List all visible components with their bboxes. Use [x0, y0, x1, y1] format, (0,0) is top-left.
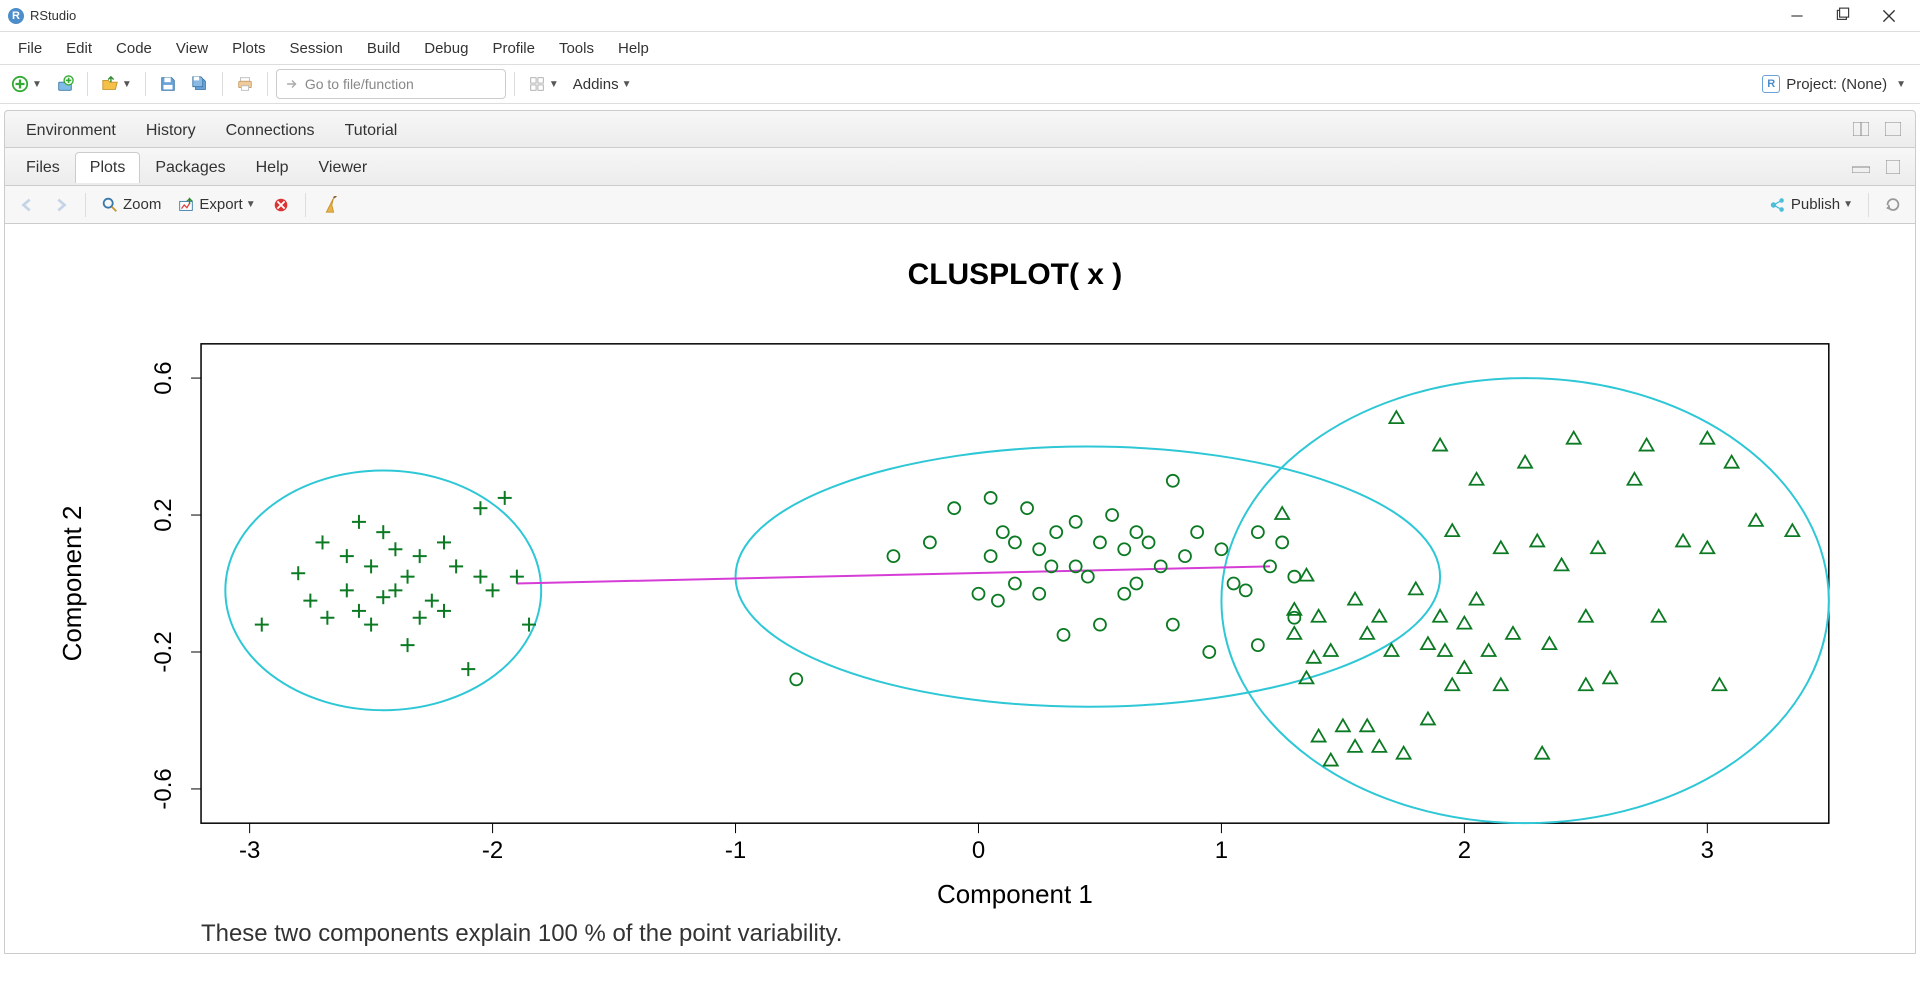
publish-label: Publish	[1791, 196, 1840, 213]
addins-label: Addins	[573, 76, 619, 93]
goto-placeholder: Go to file/function	[305, 76, 414, 92]
clear-plots-button[interactable]	[316, 191, 344, 219]
tab-tutorial[interactable]: Tutorial	[330, 115, 413, 146]
refresh-icon	[1884, 196, 1902, 214]
new-project-button[interactable]	[51, 70, 79, 98]
publish-button[interactable]: Publish ▼	[1764, 191, 1858, 219]
zoom-label: Zoom	[123, 196, 161, 213]
grid-view-button[interactable]: ▼	[523, 70, 564, 98]
export-button[interactable]: Export ▼	[172, 191, 260, 219]
export-icon	[177, 196, 195, 214]
plot-next-button[interactable]	[47, 191, 75, 219]
menu-help[interactable]: Help	[606, 36, 661, 61]
svg-text:3: 3	[1701, 837, 1714, 864]
menu-session[interactable]: Session	[278, 36, 355, 61]
tab-help[interactable]: Help	[241, 152, 304, 183]
svg-text:Component 2: Component 2	[57, 506, 87, 662]
pane-collapse-icon[interactable]	[1847, 153, 1875, 181]
pane-maximize-icon[interactable]	[1879, 153, 1907, 181]
svg-text:-0.6: -0.6	[150, 768, 177, 809]
chevron-down-icon: ▼	[122, 79, 132, 90]
svg-text:Component 1: Component 1	[937, 879, 1093, 909]
pane-minimize-icon[interactable]	[1879, 115, 1907, 143]
window-close-button[interactable]	[1866, 0, 1912, 32]
menu-file[interactable]: File	[6, 36, 54, 61]
project-icon: R	[1762, 75, 1780, 93]
project-selector[interactable]: R Project: (None) ▼	[1754, 75, 1914, 93]
svg-text:-3: -3	[239, 837, 260, 864]
remove-icon	[272, 196, 290, 214]
tab-plots[interactable]: Plots	[75, 152, 141, 183]
chevron-down-icon: ▼	[1896, 79, 1906, 90]
addins-button[interactable]: Addins ▼	[568, 70, 637, 98]
upper-pane-tabs: EnvironmentHistoryConnectionsTutorial	[4, 110, 1916, 148]
chevron-down-icon: ▼	[1843, 199, 1853, 210]
svg-text:2: 2	[1458, 837, 1471, 864]
export-label: Export	[199, 196, 242, 213]
menu-debug[interactable]: Debug	[412, 36, 480, 61]
app-title: RStudio	[30, 8, 76, 23]
plot-area: CLUSPLOT( x ) -3 -2 -1 0 1 2 3 -0.6 -0.2 0.2 0.6 Com…	[4, 224, 1916, 954]
menu-code[interactable]: Code	[104, 36, 164, 61]
publish-icon	[1769, 196, 1787, 214]
menu-view[interactable]: View	[164, 36, 220, 61]
menu-tools[interactable]: Tools	[547, 36, 606, 61]
tab-files[interactable]: Files	[11, 152, 75, 183]
broom-icon	[321, 196, 339, 214]
svg-text:0.2: 0.2	[150, 498, 177, 531]
window-maximize-button[interactable]	[1820, 0, 1866, 32]
goto-file-function-input[interactable]: Go to file/function	[276, 69, 506, 99]
svg-text:-0.2: -0.2	[150, 631, 177, 672]
main-toolbar: ▼ ▼ Go to file/function ▼ Addins ▼ R Pro…	[0, 64, 1920, 104]
tab-environment[interactable]: Environment	[11, 115, 131, 146]
svg-text:-2: -2	[482, 837, 503, 864]
plot-toolbar: Zoom Export ▼ Publish ▼	[4, 186, 1916, 224]
chevron-down-icon: ▼	[622, 79, 632, 90]
chevron-down-icon: ▼	[32, 79, 42, 90]
tab-packages[interactable]: Packages	[140, 152, 240, 183]
zoom-button[interactable]: Zoom	[96, 191, 166, 219]
tab-history[interactable]: History	[131, 115, 211, 146]
svg-text:0.6: 0.6	[150, 361, 177, 394]
save-all-button[interactable]	[186, 70, 214, 98]
new-file-button[interactable]: ▼	[6, 70, 47, 98]
print-button[interactable]	[231, 70, 259, 98]
open-file-button[interactable]: ▼	[96, 70, 137, 98]
svg-text:1: 1	[1215, 837, 1228, 864]
tab-viewer[interactable]: Viewer	[304, 152, 383, 183]
remove-plot-button[interactable]	[267, 191, 295, 219]
refresh-plot-button[interactable]	[1879, 191, 1907, 219]
lower-pane-tabs: FilesPlotsPackagesHelpViewer	[4, 148, 1916, 186]
goto-arrow-icon	[285, 77, 299, 91]
zoom-icon	[101, 196, 119, 214]
clusplot-chart: CLUSPLOT( x ) -3 -2 -1 0 1 2 3 -0.6 -0.2 0.2 0.6 Com…	[5, 224, 1915, 953]
chevron-down-icon: ▼	[549, 79, 559, 90]
svg-text:0: 0	[972, 837, 985, 864]
tab-connections[interactable]: Connections	[211, 115, 330, 146]
svg-text:CLUSPLOT( x ): CLUSPLOT( x )	[908, 258, 1123, 291]
menu-plots[interactable]: Plots	[220, 36, 277, 61]
menu-build[interactable]: Build	[355, 36, 412, 61]
menu-profile[interactable]: Profile	[480, 36, 547, 61]
chevron-down-icon: ▼	[246, 199, 256, 210]
window-minimize-button[interactable]	[1774, 0, 1820, 32]
menubar: FileEditCodeViewPlotsSessionBuildDebugPr…	[0, 32, 1920, 64]
rstudio-icon: R	[8, 8, 24, 24]
menu-edit[interactable]: Edit	[54, 36, 104, 61]
svg-text:These two components explain 1: These two components explain 100 % of th…	[201, 920, 842, 947]
project-label: Project: (None)	[1786, 76, 1887, 93]
titlebar: R RStudio	[0, 0, 1920, 32]
save-button[interactable]	[154, 70, 182, 98]
svg-text:-1: -1	[725, 837, 746, 864]
pane-layout-icon[interactable]	[1847, 115, 1875, 143]
plot-prev-button[interactable]	[13, 191, 41, 219]
